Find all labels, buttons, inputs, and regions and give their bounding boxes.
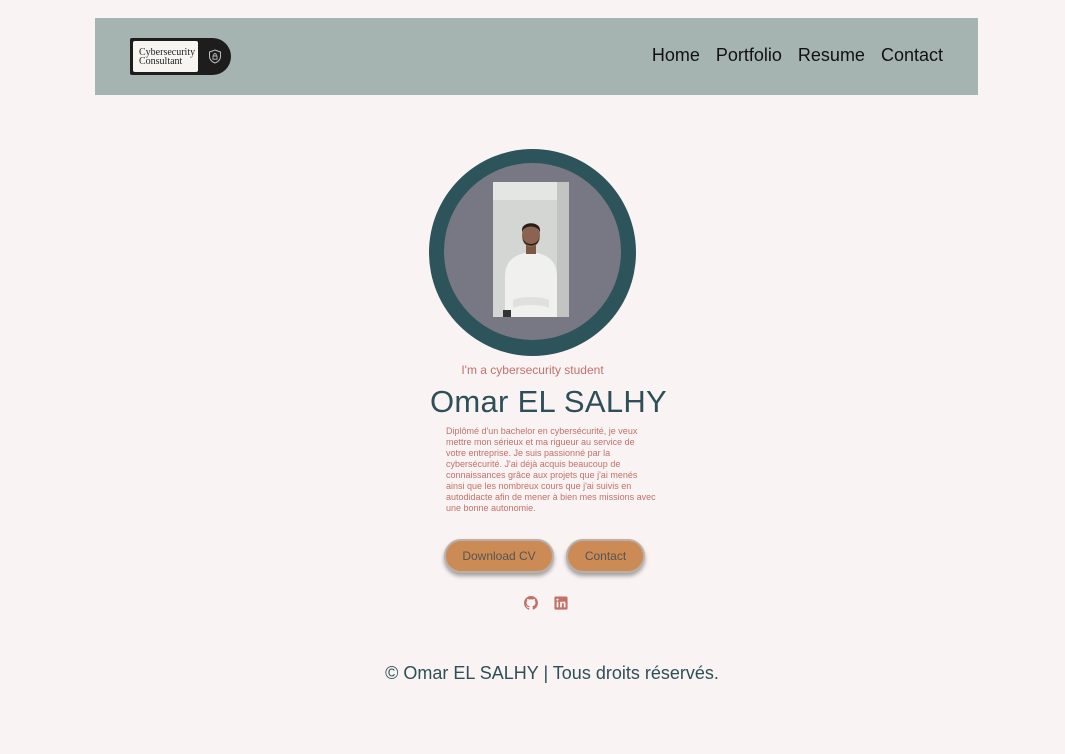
- profile-avatar: [429, 149, 636, 356]
- nav-resume[interactable]: Resume: [798, 45, 865, 66]
- hero-name: Omar EL SALHY: [429, 384, 668, 419]
- site-header: Cybersecurity Consultant Home Portfolio …: [95, 18, 978, 95]
- logo-text-box: Cybersecurity Consultant: [133, 41, 198, 72]
- logo[interactable]: Cybersecurity Consultant: [130, 38, 231, 75]
- hero-subtitle: I'm a cybersecurity student: [461, 363, 604, 377]
- main-nav: Home Portfolio Resume Contact: [636, 45, 943, 66]
- avatar-inner-circle: [444, 163, 621, 340]
- shield-icon: [209, 49, 221, 64]
- nav-portfolio[interactable]: Portfolio: [716, 45, 782, 66]
- nav-contact[interactable]: Contact: [881, 45, 943, 66]
- nav-home[interactable]: Home: [652, 45, 700, 66]
- footer-copyright: © Omar EL SALHY | Tous droits réservés.: [385, 663, 719, 683]
- profile-photo: [493, 182, 569, 317]
- linkedin-icon[interactable]: [554, 596, 568, 610]
- logo-line-2: Consultant: [139, 55, 183, 67]
- github-icon[interactable]: [524, 596, 538, 610]
- download-cv-button[interactable]: Download CV: [444, 539, 554, 573]
- contact-button[interactable]: Contact: [566, 539, 645, 573]
- hero-bio: Diplômé d'un bachelor en cybersécurité, …: [446, 426, 656, 513]
